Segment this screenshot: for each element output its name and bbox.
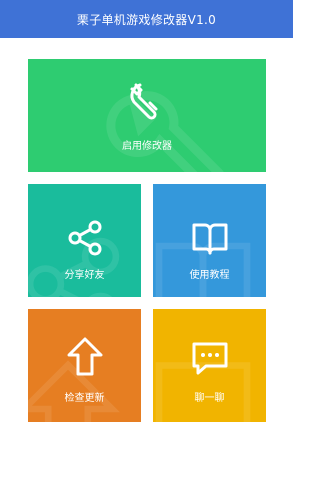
arrow-up-icon [67,337,102,376]
tutorial-button[interactable]: 使用教程 [153,184,266,297]
chat-bubble-icon [192,342,227,375]
app-title: 栗子单机游戏修改器V1.0 [76,12,217,27]
check-update-label: 检查更新 [64,393,105,404]
chat-label: 聊一聊 [194,393,225,404]
title-bar: 栗子单机游戏修改器V1.0 [0,0,293,38]
tutorial-label: 使用教程 [189,270,230,281]
check-update-button[interactable]: 检查更新 [28,309,141,422]
chat-button[interactable]: 聊一聊 [153,309,266,422]
share-friends-button[interactable]: 分享好友 [28,184,141,297]
book-icon [192,223,227,255]
start-modifier-label: 启用修改器 [122,141,172,152]
share-icon [68,220,101,256]
start-modifier-button[interactable]: 启用修改器 [28,59,266,172]
share-friends-label: 分享好友 [64,270,105,281]
wrench-icon [130,83,158,120]
app-window: 栗子单机游戏修改器V1.0 启用修改器 分享好友 使用教程 检查更新 聊一聊 [0,0,293,500]
